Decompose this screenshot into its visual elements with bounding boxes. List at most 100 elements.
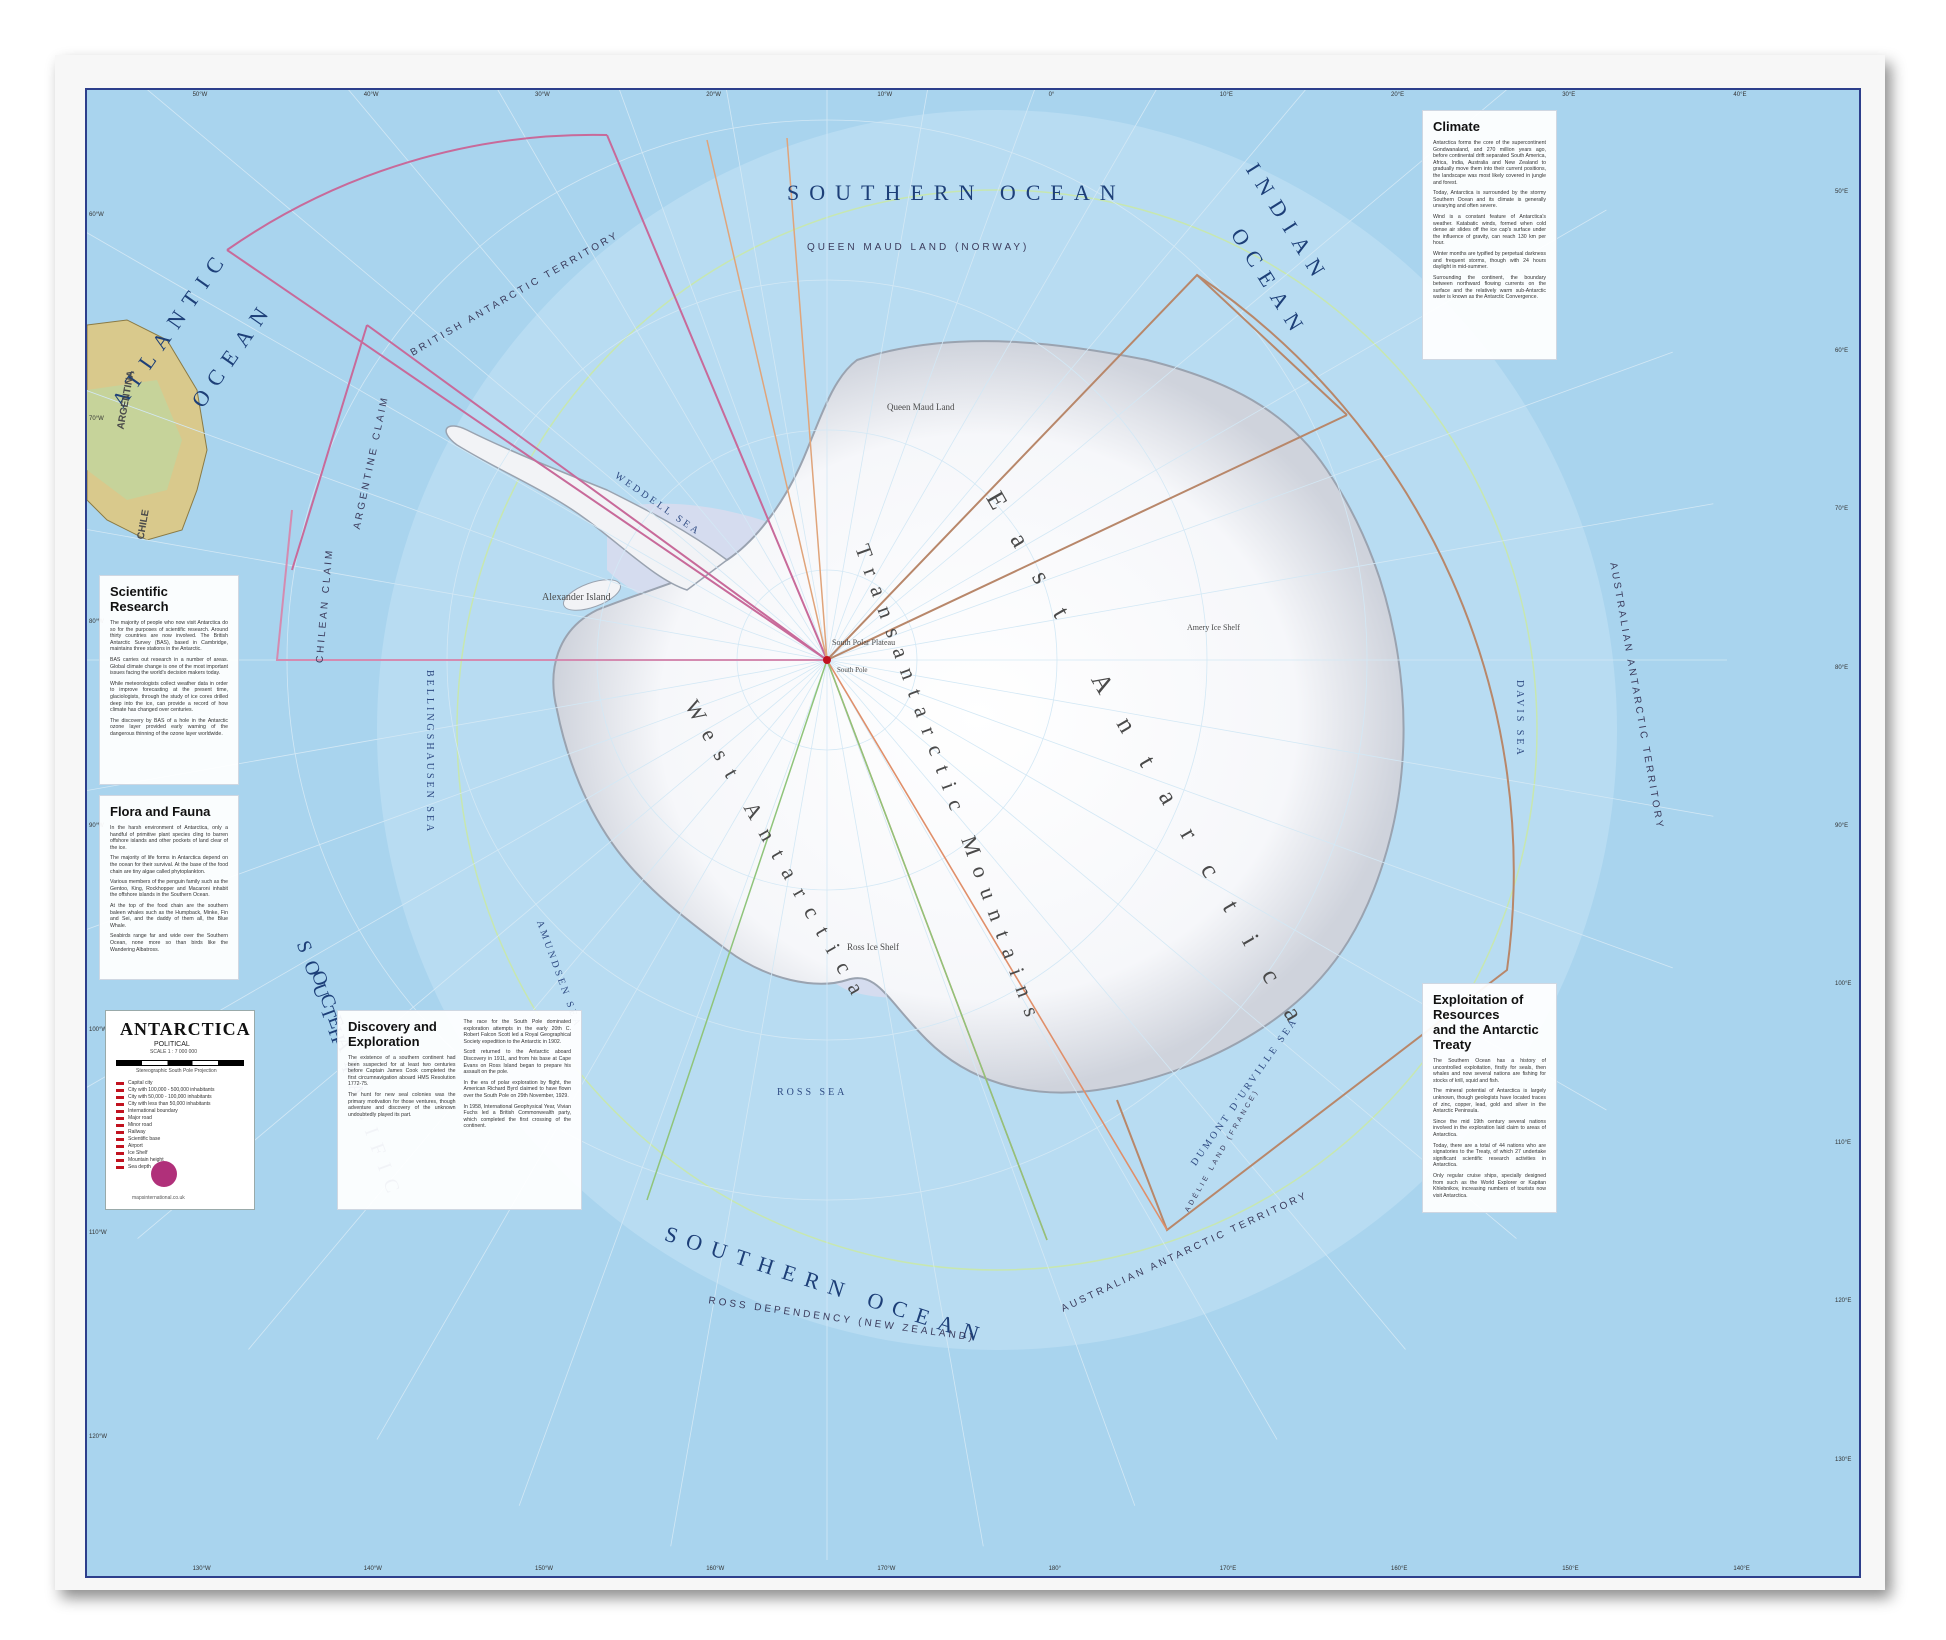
- graticule-label: 20°W: [706, 92, 721, 98]
- south-pole-label: South Pole: [837, 666, 868, 674]
- graticule-label: 180°: [1048, 1566, 1062, 1572]
- southern-ocean-label-top: SOUTHERN OCEAN: [787, 180, 1126, 205]
- legend-label: Sea depth: [128, 1164, 151, 1170]
- graticule-label: 10°E: [1219, 92, 1233, 98]
- legend-label: Scientific base: [128, 1136, 161, 1142]
- scientific-heading: Scientific Research: [110, 584, 169, 614]
- graticule-label: 0°: [1048, 92, 1055, 98]
- graticule-label: 50°E: [1835, 189, 1849, 196]
- graticule-label: 140°E: [1733, 1566, 1750, 1572]
- map-canvas: SOUTHERN OCEAN SOUTHERN OCEAN INDIAN OCE…: [55, 55, 1885, 1590]
- climate-paragraph: Antarctica forms the core of the superco…: [1433, 140, 1546, 186]
- scientific-paragraph: While meteorologists collect weather dat…: [110, 680, 228, 714]
- graticule-label: 110°E: [1835, 1139, 1851, 1146]
- flora-paragraph: Seabirds range far and wide over the Sou…: [110, 933, 228, 953]
- map-title: ANTARCTICA: [120, 1019, 251, 1039]
- legend-swatch: [116, 1138, 124, 1141]
- graticule-label: 120°E: [1835, 1298, 1852, 1305]
- graticule-label: 150°W: [535, 1566, 554, 1572]
- graticule-label: 80°E: [1835, 664, 1849, 671]
- publisher-logo: [151, 1161, 177, 1187]
- map-graphic: SOUTHERN OCEAN SOUTHERN OCEAN INDIAN OCE…: [87, 90, 1859, 1576]
- legend-swatch: [116, 1159, 124, 1162]
- south-pole-marker: [823, 656, 831, 664]
- exploitation-heading-1: Exploitation of Resources: [1433, 992, 1524, 1022]
- graticule-label: 20°E: [1391, 92, 1405, 98]
- climate-panel: Climate Antarctica forms the core of the…: [1422, 110, 1557, 360]
- graticule-label: 40°W: [363, 92, 379, 98]
- legend-item: City with 50,000 - 100,000 inhabitants: [116, 1094, 254, 1101]
- alexander-island-label: Alexander Island: [542, 592, 611, 603]
- graticule-label: 30°W: [535, 92, 550, 98]
- legend-swatch: [116, 1110, 124, 1113]
- flora-paragraph: Various members of the penguin family su…: [110, 879, 228, 899]
- davis-sea-label: DAVIS SEA: [1514, 680, 1525, 758]
- legend-swatch: [116, 1082, 124, 1085]
- scientific-paragraph: BAS carries out research in a number of …: [110, 656, 228, 677]
- legend-label: City with 100,000 - 500,000 inhabitants: [128, 1087, 215, 1093]
- graticule-label: 40°E: [1733, 92, 1747, 98]
- scientific-research-panel: Scientific Research The majority of peop…: [99, 575, 239, 785]
- legend-swatch: [116, 1145, 124, 1148]
- title-legend-box: ANTARCTICA POLITICAL SCALE 1 : 7 000 000…: [105, 1010, 255, 1210]
- publisher-url: mapsinternational.co.uk: [132, 1195, 185, 1201]
- graticule-label: 120°W: [89, 1434, 108, 1441]
- exploitation-panel: Exploitation of Resources and the Antarc…: [1422, 983, 1557, 1213]
- graticule-label: 160°E: [1391, 1566, 1408, 1572]
- scale-bar: [116, 1060, 244, 1066]
- legend-label: Minor road: [128, 1122, 152, 1128]
- legend-swatch: [116, 1152, 124, 1155]
- legend-item: Airport: [116, 1143, 254, 1150]
- legend-swatch: [116, 1089, 124, 1092]
- graticule-label: 70°E: [1835, 506, 1849, 513]
- exploitation-paragraph: Only regular cruise ships, specially des…: [1433, 1172, 1546, 1199]
- legend-swatch: [116, 1124, 124, 1127]
- legend-item: Minor road: [116, 1122, 254, 1129]
- legend-swatch: [116, 1096, 124, 1099]
- graticule-label: 150°E: [1562, 1566, 1579, 1572]
- legend-item: Capital city: [116, 1080, 254, 1087]
- legend-swatch: [116, 1166, 124, 1169]
- legend-label: International boundary: [128, 1108, 178, 1114]
- legend-item: Ice Shelf: [116, 1150, 254, 1157]
- graticule-label: 170°W: [877, 1566, 896, 1572]
- graticule-label: 10°W: [877, 92, 893, 98]
- legend-item: City with 100,000 - 500,000 inhabitants: [116, 1087, 254, 1094]
- graticule-label: 60°W: [89, 211, 104, 218]
- graticule-label: 90°E: [1835, 823, 1849, 829]
- legend-label: Railway: [128, 1129, 146, 1135]
- discovery-paragraph: In 1958, International Geophysical Year,…: [463, 1103, 572, 1130]
- climate-heading: Climate: [1433, 119, 1480, 134]
- climate-paragraph: Wind is a constant feature of Antarctica…: [1433, 213, 1546, 247]
- graticule-label: 160°W: [706, 1566, 725, 1572]
- bellingshausen-sea-label: BELLINGSHAUSEN SEA: [424, 670, 435, 834]
- legend-label: City with 50,000 - 100,000 inhabitants: [128, 1094, 212, 1100]
- graticule-label: 130°W: [192, 1566, 211, 1572]
- legend-item: Mountain height: [116, 1157, 254, 1164]
- flora-paragraph: In the harsh environment of Antarctica, …: [110, 825, 228, 851]
- graticule-label: 30°E: [1562, 92, 1576, 98]
- queen-maud-norway-label: QUEEN MAUD LAND (NORWAY): [807, 242, 1029, 253]
- flora-heading: Flora and Fauna: [110, 804, 211, 819]
- scientific-paragraph: The majority of people who now visit Ant…: [110, 620, 228, 653]
- legend-label: Airport: [128, 1143, 143, 1149]
- legend-item: International boundary: [116, 1108, 254, 1115]
- legend-item: Major road: [116, 1115, 254, 1122]
- legend-swatch: [116, 1117, 124, 1120]
- map-subtitle: POLITICAL: [154, 1041, 190, 1048]
- discovery-panel: Discovery and Exploration The existence …: [337, 1010, 582, 1210]
- amery-ice-shelf-label: Amery Ice Shelf: [1187, 623, 1240, 632]
- legend-item: City with less than 50,000 inhabitants: [116, 1101, 254, 1108]
- legend-list: Capital city City with 100,000 - 500,000 …: [116, 1080, 254, 1171]
- flora-paragraph: At the top of the food chain are the sou…: [110, 902, 228, 929]
- ross-ice-shelf-label: Ross Ice Shelf: [847, 942, 899, 952]
- discovery-paragraph: The hunt for new seal colonies was the p…: [348, 1091, 456, 1118]
- map-projection: Stereographic South Pole Projection: [136, 1068, 217, 1074]
- graticule-label: 110°W: [89, 1230, 107, 1237]
- legend-label: City with less than 50,000 inhabitants: [128, 1101, 211, 1107]
- graticule-label: 170°E: [1219, 1566, 1237, 1572]
- climate-paragraph: Today, Antarctica is surrounded by the s…: [1433, 190, 1546, 210]
- discovery-heading: Discovery and Exploration: [348, 1019, 437, 1049]
- climate-paragraph: Winter months are typified by perpetual …: [1433, 250, 1546, 271]
- exploitation-heading-2: and the Antarctic Treaty: [1433, 1022, 1539, 1052]
